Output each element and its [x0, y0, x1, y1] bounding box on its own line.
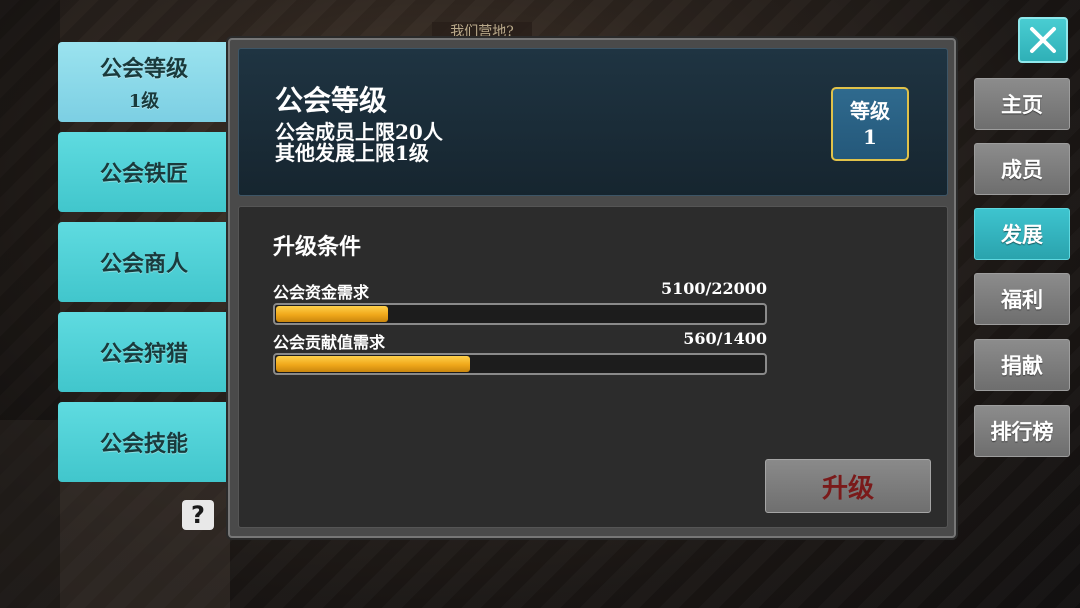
- conditions-title: 升级条件: [273, 234, 362, 260]
- member-limit-text: 公会成员上限20人: [275, 120, 443, 144]
- tab-guild-hunting[interactable]: 公会狩猎: [58, 312, 230, 392]
- background-shadow: [0, 0, 60, 608]
- tab-label: 公会技能: [99, 431, 188, 457]
- tab-guild-level[interactable]: 公会等级 1级: [58, 42, 230, 122]
- level-info-box: 公会等级 公会成员上限20人 其他发展上限1级 等级 1: [238, 48, 948, 196]
- close-icon: [1030, 27, 1056, 53]
- close-button[interactable]: [1018, 17, 1068, 63]
- nav-donate-button[interactable]: 捐献: [974, 339, 1070, 391]
- contribution-requirement-value: 560/1400: [683, 329, 767, 348]
- fund-progress-fill: [276, 306, 388, 322]
- fund-requirement-value: 5100/22000: [660, 279, 767, 298]
- contribution-progress-bar: [273, 353, 767, 375]
- tab-sublabel: 1级: [128, 91, 160, 112]
- development-limit-text: 其他发展上限1级: [275, 141, 429, 165]
- fund-requirement-label: 公会资金需求: [273, 283, 370, 302]
- nav-members-button[interactable]: 成员: [974, 143, 1070, 195]
- nav-ranking-button[interactable]: 排行榜: [974, 405, 1070, 457]
- tab-label: 公会铁匠: [99, 161, 188, 187]
- guild-level-panel: 公会等级 公会成员上限20人 其他发展上限1级 等级 1 升级条件 公会资金需求…: [228, 38, 956, 538]
- nav-development-button[interactable]: 发展: [974, 208, 1070, 260]
- contribution-requirement-label: 公会贡献值需求: [273, 333, 386, 352]
- question-icon[interactable]: ?: [182, 500, 214, 530]
- panel-title: 公会等级: [275, 84, 388, 117]
- tab-label: 公会等级: [99, 56, 188, 82]
- level-badge-value: 1: [863, 125, 877, 149]
- nav-welfare-button[interactable]: 福利: [974, 273, 1070, 325]
- tab-guild-skills[interactable]: 公会技能: [58, 402, 230, 482]
- tab-label: 公会商人: [99, 251, 188, 277]
- upgrade-button[interactable]: 升级: [765, 459, 931, 513]
- tab-guild-merchant[interactable]: 公会商人: [58, 222, 230, 302]
- nav-home-button[interactable]: 主页: [974, 78, 1070, 130]
- level-badge: 等级 1: [831, 87, 909, 161]
- tab-guild-blacksmith[interactable]: 公会铁匠: [58, 132, 230, 212]
- tab-label: 公会狩猎: [99, 341, 188, 367]
- fund-progress-bar: [273, 303, 767, 325]
- upgrade-conditions-box: 升级条件 公会资金需求 5100/22000 公会贡献值需求 560/1400 …: [238, 206, 948, 528]
- level-badge-label: 等级: [850, 99, 890, 123]
- contribution-progress-fill: [276, 356, 470, 372]
